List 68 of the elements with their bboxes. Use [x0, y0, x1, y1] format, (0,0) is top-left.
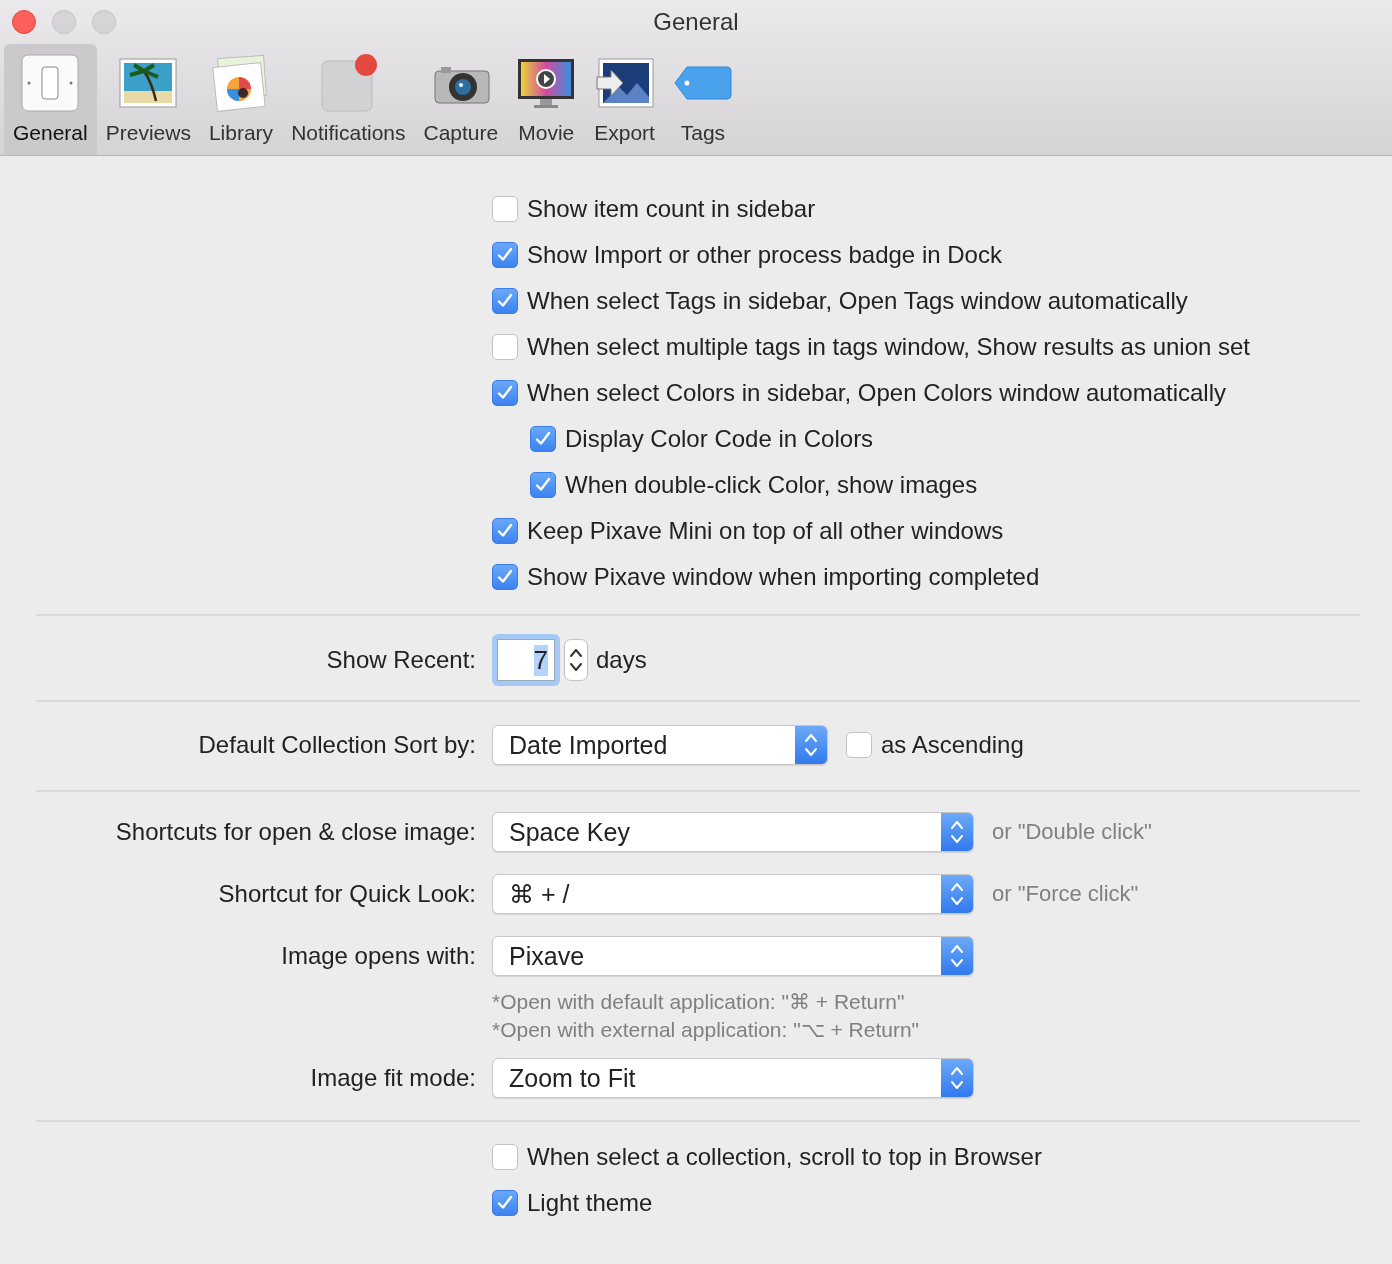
close-button[interactable] — [12, 10, 36, 34]
sort-dropdown[interactable]: Date Imported — [492, 725, 828, 765]
checkbox[interactable] — [492, 288, 518, 314]
field-label: Shortcut for Quick Look: — [217, 880, 476, 908]
checkbox-option[interactable]: Keep Pixave Mini on top of all other windows — [492, 508, 1360, 554]
checkbox-option[interactable]: Light theme — [492, 1180, 1360, 1226]
checkbox[interactable] — [492, 380, 518, 406]
hint-text: or "Force click" — [992, 881, 1139, 907]
dropdown[interactable]: ⌘ + / — [492, 874, 974, 914]
checkbox[interactable] — [530, 426, 556, 452]
note-text: *Open with external application: "⌥ + Return" — [492, 1017, 921, 1043]
checkbox[interactable] — [530, 472, 556, 498]
toolbar-tab[interactable]: General — [4, 44, 97, 155]
up-down-arrows-icon — [950, 881, 964, 907]
unit-label: days — [596, 646, 647, 674]
up-down-arrows-icon — [950, 819, 964, 845]
checkbox[interactable] — [492, 1190, 518, 1216]
field-label: Image opens with: — [280, 942, 476, 970]
up-down-arrows-icon — [950, 1065, 964, 1091]
toolbar-tab[interactable]: Capture — [414, 44, 508, 155]
checkmark-icon — [496, 246, 514, 264]
checkbox-option[interactable]: Show Import or other process badge in Dock — [492, 232, 1360, 278]
up-down-arrows-icon — [950, 943, 964, 969]
toolbar-tab[interactable]: Previews — [96, 44, 200, 155]
checkbox-option[interactable]: When select Tags in sidebar, Open Tags window automatically — [492, 278, 1360, 324]
checkbox[interactable] — [492, 196, 518, 222]
checkbox-option[interactable]: When select a collection, scroll to top in Browser — [492, 1134, 1360, 1180]
field-label: Image fit mode: — [309, 1064, 476, 1092]
checkmark-icon — [534, 476, 552, 494]
checkbox-option[interactable]: When double-click Color, show images — [530, 462, 1360, 508]
dropdown[interactable]: Pixave — [492, 936, 974, 976]
field-label: Show Recent: — [325, 646, 476, 674]
checkmark-icon — [496, 1194, 514, 1212]
up-down-arrows-icon — [804, 732, 818, 758]
checkbox[interactable] — [846, 732, 872, 758]
checkbox[interactable] — [492, 242, 518, 268]
up-down-arrows-icon — [569, 647, 583, 673]
field-label: Shortcuts for open & close image: — [114, 818, 476, 846]
stepper[interactable] — [564, 639, 588, 681]
checkmark-icon — [534, 430, 552, 448]
checkbox-option[interactable]: Display Color Code in Colors — [530, 416, 1360, 462]
checkmark-icon — [496, 522, 514, 540]
light-switch-icon — [20, 53, 81, 113]
dropdown[interactable]: Zoom to Fit — [492, 1058, 974, 1098]
days-input-field[interactable]: 7 — [492, 634, 560, 686]
toolbar-tab[interactable]: Notifications — [282, 44, 415, 155]
checkbox-option[interactable]: When select Colors in sidebar, Open Colors window automatically — [492, 370, 1360, 416]
checkmark-icon — [496, 292, 514, 310]
toolbar-tab[interactable]: Tags — [663, 44, 742, 155]
window-title: General — [653, 8, 739, 36]
hint-text: or "Double click" — [992, 819, 1152, 845]
checkbox-option[interactable]: as Ascending — [846, 722, 1024, 768]
field-label: Default Collection Sort by: — [197, 731, 476, 759]
checkbox[interactable] — [492, 564, 518, 590]
checkbox-option[interactable]: Show item count in sidebar — [492, 186, 1360, 232]
checkmark-icon — [496, 568, 514, 586]
checkbox[interactable] — [492, 1144, 518, 1170]
toolbar-tab[interactable]: Export — [585, 44, 664, 155]
checkmark-icon — [496, 384, 514, 402]
checkbox-option[interactable]: Show Pixave window when importing completed — [492, 554, 1360, 600]
checkbox[interactable] — [492, 334, 518, 360]
toolbar-tab[interactable]: Movie — [507, 44, 586, 155]
dropdown[interactable]: Space Key — [492, 812, 974, 852]
checkbox-option[interactable]: When select multiple tags in tags window, Show results as union set — [492, 324, 1360, 370]
toolbar-tab[interactable]: Library — [199, 44, 283, 155]
checkbox[interactable] — [492, 518, 518, 544]
badge-square-icon — [318, 53, 379, 113]
note-text: *Open with default application: "⌘ + Return" — [492, 989, 906, 1015]
